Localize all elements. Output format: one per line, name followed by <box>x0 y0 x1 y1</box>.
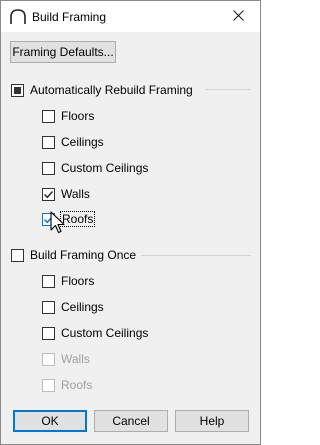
auto-walls-label: Walls <box>61 187 90 201</box>
once-floors-row[interactable]: Floors <box>42 273 94 289</box>
once-custom-ceilings-checkbox[interactable] <box>42 326 55 340</box>
title-bar[interactable]: Build Framing <box>1 1 260 32</box>
once-custom-ceilings-row[interactable]: Custom Ceilings <box>42 325 148 341</box>
once-walls-label: Walls <box>61 352 90 366</box>
once-floors-checkbox[interactable] <box>42 274 55 288</box>
help-button[interactable]: Help <box>175 410 249 432</box>
once-ceilings-label: Ceilings <box>61 300 104 314</box>
once-walls-row: Walls <box>42 351 90 367</box>
auto-rebuild-label: Automatically Rebuild Framing <box>30 83 193 97</box>
auto-custom-ceilings-label: Custom Ceilings <box>61 161 149 175</box>
once-custom-ceilings-label: Custom Ceilings <box>61 326 149 340</box>
auto-ceilings-checkbox[interactable] <box>42 135 55 149</box>
once-walls-checkbox <box>42 352 55 366</box>
build-once-checkbox-row[interactable]: Build Framing Once <box>11 247 136 263</box>
once-roofs-checkbox <box>42 378 55 392</box>
auto-custom-ceilings-row[interactable]: Custom Ceilings <box>42 160 148 176</box>
auto-ceilings-row[interactable]: Ceilings <box>42 134 104 150</box>
auto-custom-ceilings-checkbox[interactable] <box>42 161 55 175</box>
arc-framing-icon <box>9 8 27 26</box>
auto-ceilings-label: Ceilings <box>61 135 104 149</box>
auto-floors-label: Floors <box>61 109 95 123</box>
close-button[interactable] <box>216 1 260 32</box>
framing-defaults-button[interactable]: Framing Defaults... <box>10 41 116 63</box>
auto-roofs-label: Roofs <box>59 211 96 227</box>
cancel-button[interactable]: Cancel <box>94 410 168 432</box>
auto-rebuild-checkbox[interactable] <box>11 83 24 97</box>
group-divider <box>205 89 251 90</box>
once-ceilings-checkbox[interactable] <box>42 300 55 314</box>
checkmark-icon <box>44 190 54 198</box>
auto-walls-checkbox[interactable] <box>42 187 55 201</box>
once-floors-label: Floors <box>61 274 95 288</box>
window-title: Build Framing <box>32 10 107 24</box>
build-once-label: Build Framing Once <box>30 248 137 262</box>
once-roofs-row: Roofs <box>42 377 92 393</box>
mouse-pointer-icon <box>50 211 66 235</box>
close-icon <box>232 9 244 24</box>
build-framing-dialog: Build Framing Framing Defaults... Automa… <box>0 0 261 445</box>
auto-floors-checkbox[interactable] <box>42 109 55 123</box>
group-divider <box>141 255 251 256</box>
once-roofs-label: Roofs <box>61 378 93 392</box>
build-once-checkbox[interactable] <box>11 248 24 262</box>
auto-rebuild-checkbox-row[interactable]: Automatically Rebuild Framing <box>11 82 193 98</box>
auto-floors-row[interactable]: Floors <box>42 108 94 124</box>
dialog-body: Framing Defaults... Automatically Rebuil… <box>1 32 260 444</box>
ok-button[interactable]: OK <box>13 410 87 432</box>
auto-walls-row[interactable]: Walls <box>42 186 90 202</box>
once-ceilings-row[interactable]: Ceilings <box>42 299 104 315</box>
